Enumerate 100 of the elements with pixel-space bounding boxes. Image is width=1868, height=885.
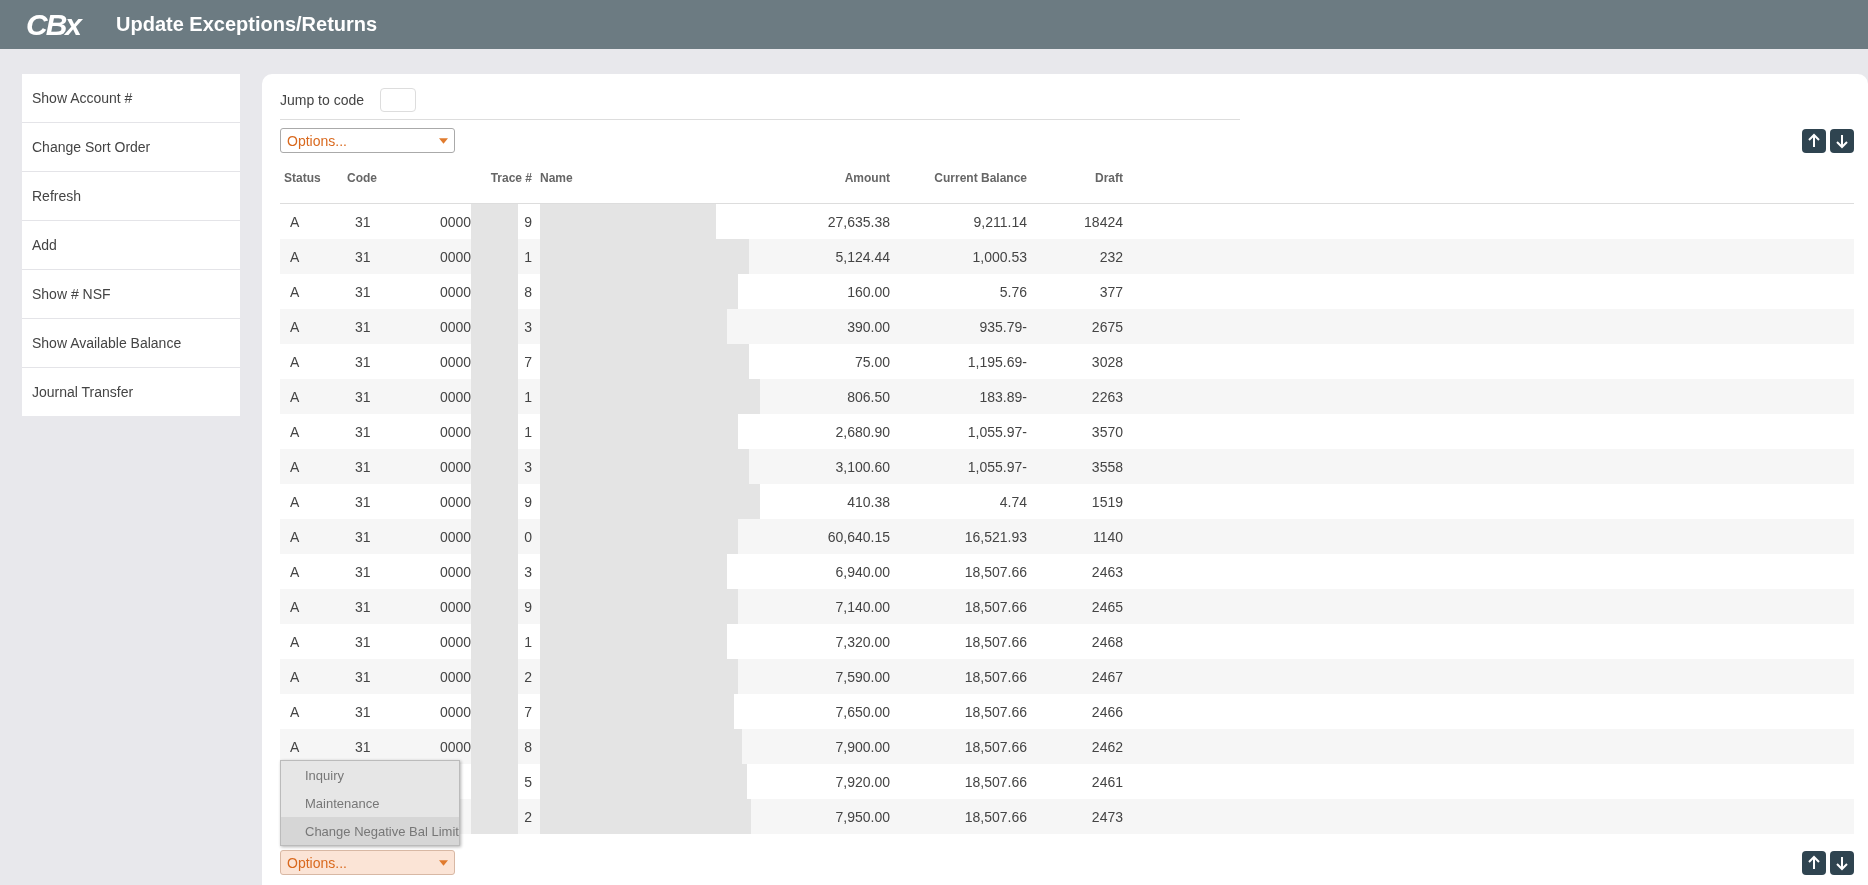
table-cell: 1,055.97- <box>967 423 1027 440</box>
table-cell: 9,211.14 <box>973 213 1027 230</box>
table-cell: 0000 <box>440 633 472 650</box>
table-cell: 0000 <box>440 493 472 510</box>
table-cell: A <box>290 388 300 405</box>
table-cell: 2466 <box>1091 703 1123 720</box>
scroll-down-button[interactable] <box>1830 128 1854 153</box>
caret-icon <box>439 137 448 144</box>
table-cell: 9 <box>524 213 532 230</box>
table-cell: 0000 <box>440 283 472 300</box>
arrow-up-icon <box>1806 132 1822 149</box>
table-cell: 18,507.66 <box>964 703 1027 720</box>
table-cell: 0000 <box>440 738 472 755</box>
table-cell: 7,590.00 <box>835 668 890 685</box>
table-cell: 1 <box>524 248 532 265</box>
table-cell: 31 <box>355 598 371 615</box>
table-cell: 2468 <box>1091 633 1123 650</box>
caret-icon <box>439 859 448 866</box>
table-cell: 7,920.00 <box>835 773 890 790</box>
redaction-block <box>471 799 519 834</box>
table-cell: 7,320.00 <box>835 633 890 650</box>
table-cell: 2 <box>524 808 532 825</box>
scroll-up-button[interactable] <box>1802 128 1826 153</box>
jump-field[interactable] <box>380 88 417 112</box>
table-cell: 31 <box>355 213 371 230</box>
table-cell: 18,507.66 <box>964 808 1027 825</box>
table-cell: 0000 <box>440 458 472 475</box>
table-cell: 5,124.44 <box>835 248 890 265</box>
table-cell: 18,507.66 <box>964 668 1027 685</box>
sidebar-item[interactable]: Show Available Balance <box>22 319 240 368</box>
table-cell: 31 <box>355 633 371 650</box>
table-cell: 18,507.66 <box>964 598 1027 615</box>
sidebar-item[interactable]: Show # NSF <box>22 270 240 319</box>
table-cell: 7 <box>524 703 532 720</box>
table-cell: 3 <box>524 563 532 580</box>
sidebar-item[interactable]: Add <box>22 221 240 270</box>
table-cell: 2675 <box>1091 318 1123 335</box>
sidebar-item[interactable]: Show Account # <box>22 74 240 123</box>
table-cell: 410.38 <box>847 493 890 510</box>
table-cell: 16,521.93 <box>964 528 1027 545</box>
table-cell: 3028 <box>1091 353 1123 370</box>
table-cell: A <box>290 458 300 475</box>
table-cell: 0000 <box>440 213 472 230</box>
table-cell: 7,650.00 <box>835 703 890 720</box>
table-cell: 31 <box>355 423 371 440</box>
table-cell: 2,680.90 <box>835 423 890 440</box>
sidebar-item[interactable]: Journal Transfer <box>22 368 240 416</box>
sidebar-item[interactable]: Refresh <box>22 172 240 221</box>
column-header: Status <box>283 171 322 185</box>
table-cell: A <box>290 493 300 510</box>
table-cell: 3570 <box>1091 423 1123 440</box>
table-cell: A <box>290 633 300 650</box>
table-cell: 1,195.69- <box>967 353 1027 370</box>
table-cell: 31 <box>355 493 371 510</box>
table-cell: 2462 <box>1091 738 1123 755</box>
table-cell: 0000 <box>440 423 472 440</box>
table-cell: 31 <box>355 353 371 370</box>
table-cell: 31 <box>355 458 371 475</box>
table-cell: 1 <box>524 423 532 440</box>
table-cell: 232 <box>1099 248 1123 265</box>
table-cell: 2 <box>524 668 532 685</box>
table-cell: 31 <box>355 668 371 685</box>
menu-item[interactable]: Maintenance <box>281 789 459 817</box>
table-cell: 8 <box>524 283 532 300</box>
menu-item[interactable]: Inquiry <box>281 761 459 789</box>
table-cell: 0 <box>524 528 532 545</box>
table-cell: 31 <box>355 388 371 405</box>
table-cell: 27,635.38 <box>827 213 890 230</box>
table-cell: 0000 <box>440 318 472 335</box>
table-cell: 7,140.00 <box>835 598 890 615</box>
table-cell: 5.76 <box>999 283 1027 300</box>
table-cell: 390.00 <box>847 318 890 335</box>
table-cell: A <box>290 318 300 335</box>
logo: CBx <box>26 7 83 42</box>
column-header: Name <box>539 171 574 185</box>
table-cell: 18,507.66 <box>964 563 1027 580</box>
table-cell: 6,940.00 <box>835 563 890 580</box>
sidebar-item[interactable]: Change Sort Order <box>22 123 240 172</box>
table-cell: 18424 <box>1084 213 1123 230</box>
table-cell: 3,100.60 <box>835 458 890 475</box>
scroll-down-button[interactable] <box>1830 850 1854 875</box>
table-cell: 1 <box>524 633 532 650</box>
table-cell: 1,055.97- <box>967 458 1027 475</box>
table-cell: 3 <box>524 318 532 335</box>
table-cell: 1 <box>524 388 532 405</box>
table-cell: 7,950.00 <box>835 808 890 825</box>
table-cell: A <box>290 423 300 440</box>
table-cell: 18,507.66 <box>964 633 1027 650</box>
table-cell: 2467 <box>1091 668 1123 685</box>
options-dropdown[interactable]: Options... <box>280 128 455 153</box>
table-cell: 0000 <box>440 563 472 580</box>
table-cell: 0000 <box>440 353 472 370</box>
table-cell: 7,900.00 <box>835 738 890 755</box>
table-cell: 31 <box>355 703 371 720</box>
scroll-up-button[interactable] <box>1802 850 1826 875</box>
arrow-down-icon <box>1834 132 1850 149</box>
table-cell: 9 <box>524 598 532 615</box>
table-cell: 0000 <box>440 598 472 615</box>
table-cell: A <box>290 563 300 580</box>
table-cell: 160.00 <box>847 283 890 300</box>
